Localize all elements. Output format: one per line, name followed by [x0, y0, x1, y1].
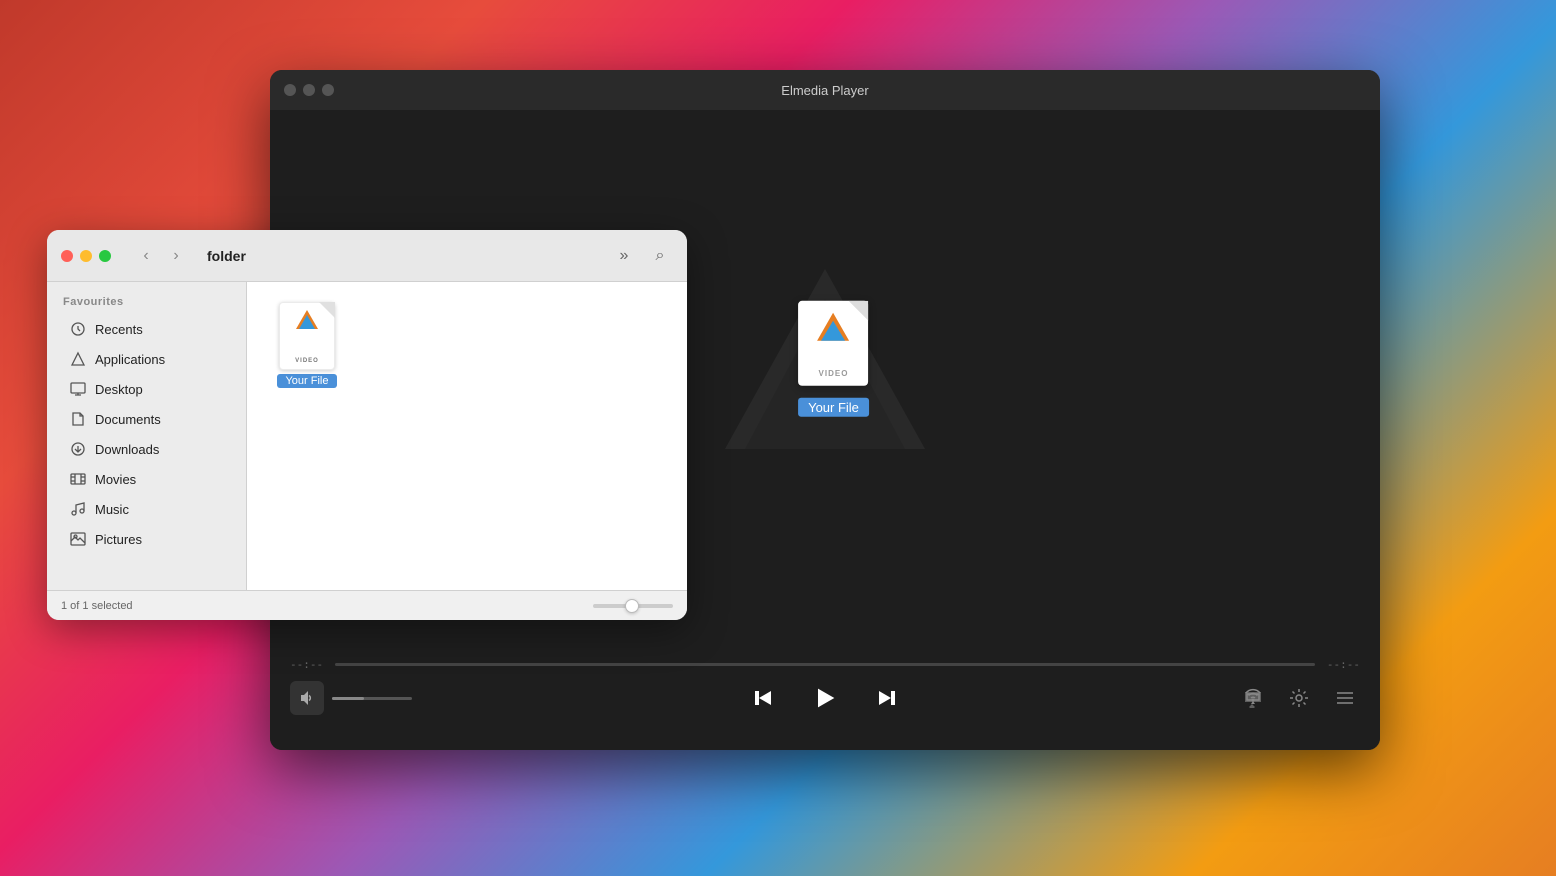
player-file-icon: VIDEO Your File [798, 301, 869, 417]
finder-window: ‹ › folder » ⌕ Favourites Recents [47, 230, 687, 620]
status-text: 1 of 1 selected [61, 600, 133, 612]
movies-icon [69, 470, 87, 488]
right-controls [1238, 683, 1360, 713]
sidebar-item-desktop[interactable]: Desktop [53, 374, 240, 404]
time-end: --:-- [1327, 658, 1360, 671]
sidebar-item-label: Desktop [95, 382, 143, 397]
pictures-icon [69, 530, 87, 548]
downloads-icon [69, 440, 87, 458]
sidebar-item-applications[interactable]: Applications [53, 344, 240, 374]
player-close-button[interactable] [284, 84, 296, 96]
volume-section [290, 681, 412, 715]
file-type-label: VIDEO [295, 358, 319, 364]
player-maximize-button[interactable] [322, 84, 334, 96]
player-buttons-row [270, 681, 1380, 715]
finder-minimize-button[interactable] [80, 250, 92, 262]
player-minimize-button[interactable] [303, 84, 315, 96]
sidebar-item-label: Documents [95, 412, 161, 427]
sidebar-item-label: Recents [95, 322, 143, 337]
prev-button[interactable] [744, 680, 780, 716]
sidebar-item-documents[interactable]: Documents [53, 404, 240, 434]
playlist-button[interactable] [1330, 683, 1360, 713]
next-button[interactable] [870, 680, 906, 716]
file-name-badge: Your File [277, 374, 336, 388]
player-file-logo [817, 313, 849, 341]
sidebar-item-music[interactable]: Music [53, 494, 240, 524]
main-controls [744, 677, 906, 719]
player-traffic-lights [284, 84, 334, 96]
play-button[interactable] [804, 677, 846, 719]
sidebar-section-label: Favourites [47, 296, 246, 314]
player-file-document: VIDEO [798, 301, 868, 386]
finder-traffic-lights [61, 250, 111, 262]
logo-arrow [296, 310, 318, 329]
file-logo [296, 310, 318, 329]
applications-icon [69, 350, 87, 368]
time-start: --:-- [290, 658, 323, 671]
volume-button[interactable] [290, 681, 324, 715]
sidebar-item-label: Downloads [95, 442, 159, 457]
player-logo-arrow [817, 313, 849, 341]
file-document: VIDEO [279, 302, 335, 370]
sidebar-item-recents[interactable]: Recents [53, 314, 240, 344]
volume-slider[interactable] [332, 697, 412, 700]
finder-sidebar: Favourites Recents Applications [47, 282, 247, 590]
settings-button[interactable] [1284, 683, 1314, 713]
airplay-button[interactable] [1238, 683, 1268, 713]
finder-file-item[interactable]: VIDEO Your File [267, 302, 347, 388]
finder-body: Favourites Recents Applications [47, 282, 687, 590]
progress-bar-row: --:-- --:-- [270, 658, 1380, 671]
finder-search-button[interactable]: ⌕ [647, 243, 673, 269]
player-controls: --:-- --:-- [270, 650, 1380, 750]
finder-view-options-button[interactable]: » [611, 243, 637, 269]
finder-maximize-button[interactable] [99, 250, 111, 262]
sidebar-item-label: Applications [95, 352, 165, 367]
finder-toolbar-right: » ⌕ [611, 243, 673, 269]
player-titlebar: Elmedia Player [270, 70, 1380, 110]
sidebar-item-movies[interactable]: Movies [53, 464, 240, 494]
finder-statusbar: 1 of 1 selected [47, 590, 687, 620]
player-title: Elmedia Player [781, 83, 868, 98]
sidebar-item-downloads[interactable]: Downloads [53, 434, 240, 464]
finder-forward-button[interactable]: › [163, 243, 189, 269]
slider-track[interactable] [593, 604, 673, 608]
finder-content: VIDEO Your File [247, 282, 687, 590]
documents-icon [69, 410, 87, 428]
finder-titlebar: ‹ › folder » ⌕ [47, 230, 687, 282]
finder-close-button[interactable] [61, 250, 73, 262]
view-slider [593, 604, 673, 608]
finder-location: folder [207, 248, 246, 264]
sidebar-item-label: Pictures [95, 532, 142, 547]
recents-icon [69, 320, 87, 338]
player-file-type-label: VIDEO [819, 369, 849, 378]
sidebar-item-label: Movies [95, 472, 136, 487]
sidebar-item-label: Music [95, 502, 129, 517]
finder-back-button[interactable]: ‹ [133, 243, 159, 269]
finder-nav: ‹ › [133, 243, 189, 269]
progress-track[interactable] [335, 663, 1315, 666]
desktop-icon [69, 380, 87, 398]
slider-thumb[interactable] [625, 599, 639, 613]
music-icon [69, 500, 87, 518]
player-filename-badge: Your File [798, 398, 869, 417]
sidebar-item-pictures[interactable]: Pictures [53, 524, 240, 554]
